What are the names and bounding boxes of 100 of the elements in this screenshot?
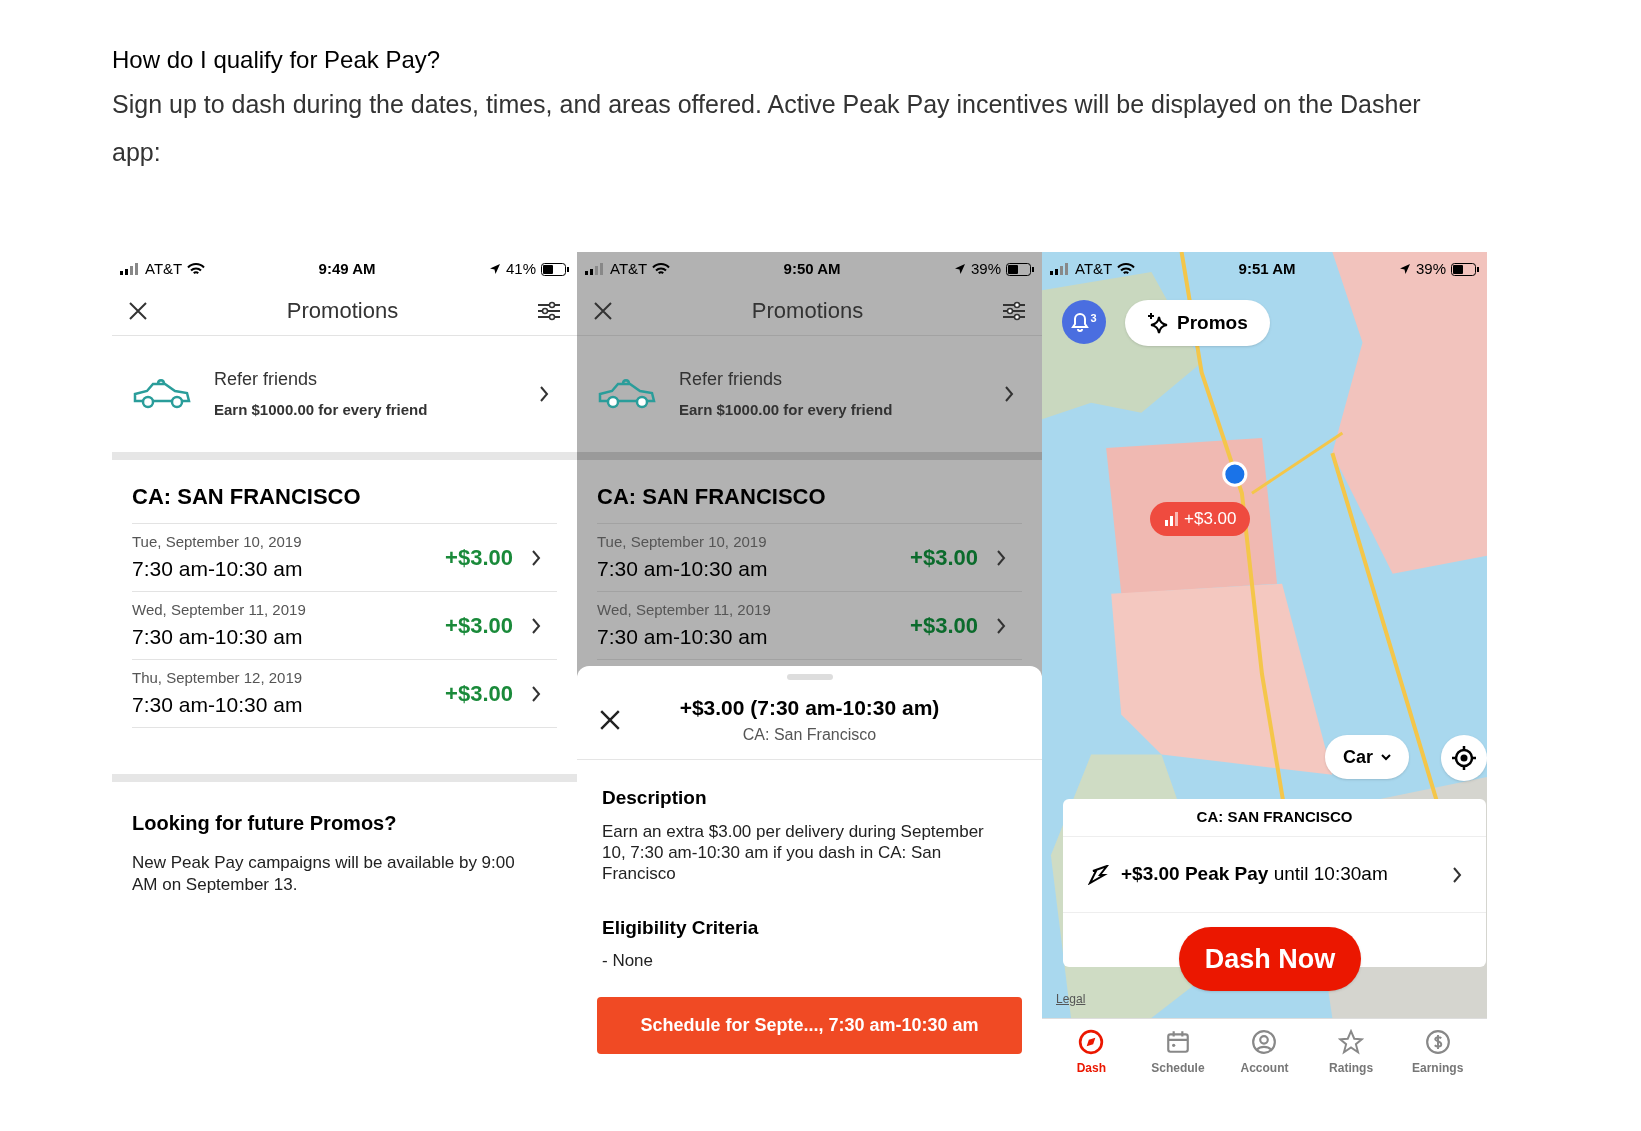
chevron-right-icon xyxy=(531,617,541,634)
promo-time: 7:30 am-10:30 am xyxy=(597,624,769,650)
location-arrow-icon xyxy=(488,263,501,275)
chevron-right-icon xyxy=(531,685,541,702)
close-icon[interactable] xyxy=(593,300,613,321)
refer-subtitle: Earn $1000.00 for every friend xyxy=(214,400,429,421)
dash-now-button[interactable]: Dash Now xyxy=(1179,927,1361,991)
promo-amount: +$3.00 xyxy=(910,544,978,572)
bar-chart-icon xyxy=(1164,512,1178,526)
legal-link[interactable]: Legal xyxy=(1056,990,1086,1008)
promo-time: 7:30 am-10:30 am xyxy=(597,556,769,582)
promo-date: Tue, September 10, 2019 xyxy=(597,531,768,552)
battery-icon xyxy=(1451,262,1479,276)
wifi-icon xyxy=(187,262,206,276)
promo-date: Tue, September 10, 2019 xyxy=(132,531,303,552)
drag-handle[interactable] xyxy=(786,674,833,680)
promo-date: Wed, September 11, 2019 xyxy=(597,599,772,620)
carrier-text: AT&T xyxy=(1075,258,1113,279)
peak-pay-offer: +$3.00 Peak Pay until 10:30am xyxy=(1121,862,1389,887)
status-time: 9:50 AM xyxy=(783,258,841,279)
promos-button[interactable]: Promos xyxy=(1125,300,1270,346)
car-icon xyxy=(132,377,192,411)
promo-amount: +$3.00 xyxy=(445,544,513,572)
promo-amount: +$3.00 xyxy=(445,612,513,640)
screen-title: Promotions xyxy=(751,297,864,325)
promo-time: 7:30 am-10:30 am xyxy=(132,624,304,650)
filter-sliders-icon[interactable] xyxy=(537,300,561,321)
card-region: CA: SAN FRANCISCO xyxy=(1196,807,1353,828)
bell-icon xyxy=(1071,312,1090,332)
close-icon[interactable] xyxy=(128,300,148,321)
status-time: 9:49 AM xyxy=(318,258,376,279)
promo-amount: +$3.00 xyxy=(445,680,513,708)
carrier-text: AT&T xyxy=(610,258,648,279)
section-text: - None xyxy=(602,950,655,971)
chevron-right-icon xyxy=(1004,386,1014,402)
chevron-right-icon xyxy=(996,549,1006,566)
battery-icon xyxy=(541,262,569,276)
screen-title: Promotions xyxy=(286,297,399,325)
promo-time: 7:30 am-10:30 am xyxy=(132,692,304,718)
battery-percent: 39% xyxy=(1415,258,1446,279)
sheet-title: +$3.00 (7:30 am-10:30 am) xyxy=(679,694,940,721)
section-heading: Eligibility Criteria xyxy=(602,915,760,940)
promo-amount: +$3.00 xyxy=(910,612,978,640)
status-time: 9:51 AM xyxy=(1238,258,1296,279)
wifi-icon xyxy=(652,262,671,276)
promo-time: 7:30 am-10:30 am xyxy=(132,556,304,582)
refer-subtitle: Earn $1000.00 for every friend xyxy=(679,400,894,421)
chevron-right-icon xyxy=(531,549,541,566)
schedule-button[interactable]: Schedule for Septe..., 7:30 am-10:30 am xyxy=(597,997,1022,1054)
future-promos-heading: Looking for future Promos? xyxy=(132,811,398,836)
battery-percent: 41% xyxy=(505,258,536,279)
dollar-icon xyxy=(1424,1029,1451,1055)
compass-icon xyxy=(1078,1029,1105,1055)
promo-row[interactable]: Tue, September 10, 2019 7:30 am-10:30 am +$3.00 xyxy=(132,524,557,592)
chevron-right-icon xyxy=(539,386,549,402)
peak-pay-pin: +$3.00 xyxy=(1150,502,1251,536)
signal-icon xyxy=(120,263,140,275)
crosshair-icon xyxy=(1451,745,1477,771)
question-heading: How do I qualify for Peak Pay? xyxy=(112,45,442,75)
star-icon xyxy=(1338,1029,1365,1055)
tab-item[interactable]: Dash xyxy=(1051,1029,1132,1077)
sheet-subtitle: CA: San Francisco xyxy=(742,725,877,746)
notification-count: 3 xyxy=(1090,310,1097,326)
promo-date: Thu, September 12, 2019 xyxy=(132,667,304,688)
location-arrow-icon xyxy=(1398,263,1411,275)
promo-row[interactable]: Wed, September 11, 2019 7:30 am-10:30 am +$3.00 xyxy=(132,592,557,660)
tab-item[interactable]: Ratings xyxy=(1311,1029,1392,1077)
promo-row[interactable]: Wed, September 11, 2019 7:30 am-10:30 am +$3.00 xyxy=(597,592,1022,660)
promo-row[interactable]: Tue, September 10, 2019 7:30 am-10:30 am +$3.00 xyxy=(597,524,1022,592)
promo-row[interactable]: Thu, September 12, 2019 7:30 am-10:30 am +$3.00 xyxy=(132,660,557,728)
promo-date: Wed, September 11, 2019 xyxy=(132,599,307,620)
tab-item[interactable]: Account xyxy=(1224,1029,1305,1077)
location-arrow-icon xyxy=(953,263,966,275)
lightning-icon xyxy=(1087,864,1109,885)
section-heading: Description xyxy=(602,786,708,810)
peak-pay-row[interactable]: +$3.00 Peak Pay until 10:30am xyxy=(1063,837,1486,913)
section-text: Earn an extra $3.00 per delivery during September 10, 7:30 am-10:30 am if you dash in CA: San Francisco xyxy=(602,820,985,884)
close-icon[interactable] xyxy=(599,708,621,731)
battery-percent: 39% xyxy=(970,258,1001,279)
carrier-text: AT&T xyxy=(145,258,183,279)
signal-icon xyxy=(585,263,605,275)
tab-item[interactable]: Earnings xyxy=(1397,1029,1478,1077)
refer-title: Refer friends xyxy=(679,368,784,392)
refer-friends-row[interactable]: Refer friends Earn $1000.00 for every friend xyxy=(112,336,577,452)
future-promos-text: New Peak Pay campaigns will be available by 9:00 AM on September 13. xyxy=(132,852,516,896)
vehicle-dropdown[interactable]: Car xyxy=(1325,735,1409,779)
caret-icon xyxy=(1381,753,1391,761)
tab-item[interactable]: Schedule xyxy=(1137,1029,1218,1077)
wifi-icon xyxy=(1117,262,1136,276)
region-heading: CA: SAN FRANCISCO xyxy=(132,483,361,511)
refer-title: Refer friends xyxy=(214,368,319,392)
sparkle-icon xyxy=(1147,312,1169,334)
filter-sliders-icon[interactable] xyxy=(1002,300,1026,321)
user-icon xyxy=(1251,1029,1278,1055)
refer-friends-row[interactable]: Refer friends Earn $1000.00 for every friend xyxy=(577,336,1042,452)
signal-icon xyxy=(1050,263,1070,275)
answer-text: Sign up to dash during the dates, times, and areas offered. Active Peak Pay incentives will be displayed on the Dasher app: xyxy=(112,89,1422,168)
car-icon xyxy=(597,377,657,411)
calendar-icon xyxy=(1164,1029,1191,1055)
region-heading: CA: SAN FRANCISCO xyxy=(597,483,826,511)
